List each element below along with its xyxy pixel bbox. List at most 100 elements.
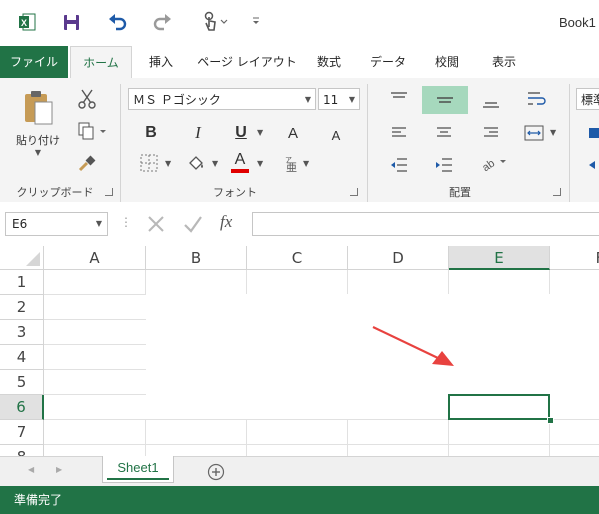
- tab-data[interactable]: データ: [362, 46, 414, 78]
- row-header-5[interactable]: 5: [0, 370, 44, 395]
- row-header-6[interactable]: 6: [0, 395, 44, 420]
- gridline: [145, 420, 146, 456]
- group-separator: [367, 84, 368, 202]
- currency-format-icon[interactable]: [588, 122, 599, 144]
- increase-indent-icon[interactable]: [433, 154, 455, 176]
- wrap-text-icon[interactable]: [525, 88, 549, 110]
- format-painter-icon[interactable]: [76, 152, 98, 174]
- alignment-launcher-icon[interactable]: [553, 188, 561, 196]
- ribbon: 貼り付け ▼ クリップボード ＭＳ Ｐゴシック ▼ 11 ▼ B I U ▼ A…: [0, 78, 599, 203]
- status-bar: 準備完了: [0, 486, 599, 514]
- name-box[interactable]: E6 ▼: [5, 212, 108, 236]
- gridline: [448, 270, 449, 294]
- font-size-combo[interactable]: 11 ▼: [318, 88, 360, 110]
- column-header-c[interactable]: C: [247, 246, 348, 270]
- chevron-down-icon[interactable]: ▼: [257, 128, 263, 137]
- chevron-down-icon[interactable]: ▼: [96, 219, 102, 228]
- formula-input[interactable]: [252, 212, 599, 236]
- fill-color-icon[interactable]: [185, 152, 207, 174]
- grow-font-button[interactable]: A: [282, 122, 304, 144]
- number-format-combo[interactable]: 標準: [576, 88, 599, 110]
- align-top-icon[interactable]: [388, 88, 410, 110]
- column-header-e[interactable]: E: [449, 246, 550, 270]
- tab-view[interactable]: 表示: [478, 46, 530, 78]
- ribbon-tabs: ファイル ホーム 挿入 ページ レイアウト 数式 データ 校閲 表示: [0, 46, 599, 80]
- align-bottom-icon[interactable]: [480, 90, 502, 112]
- undo-icon[interactable]: [108, 13, 128, 31]
- orientation-icon[interactable]: ab: [478, 152, 512, 176]
- enter-check-icon[interactable]: [183, 215, 203, 233]
- chevron-down-icon[interactable]: ▼: [212, 159, 218, 168]
- gridline: [44, 319, 146, 320]
- selected-cell[interactable]: [448, 394, 550, 420]
- chevron-down-icon[interactable]: ▼: [257, 159, 263, 168]
- add-sheet-icon[interactable]: [207, 463, 225, 481]
- copy-icon[interactable]: [76, 120, 108, 142]
- tab-insert[interactable]: 挿入: [136, 46, 186, 78]
- fill-handle[interactable]: [547, 417, 554, 424]
- chevron-down-icon[interactable]: ▼: [550, 128, 556, 137]
- chevron-down-icon: ▼: [34, 148, 42, 157]
- save-icon[interactable]: [63, 14, 80, 31]
- row-header-3[interactable]: 3: [0, 320, 44, 345]
- sheet-tab-sheet1[interactable]: Sheet1: [102, 456, 174, 483]
- paste-label: 貼り付け: [16, 134, 60, 147]
- excel-icon[interactable]: X: [18, 13, 36, 31]
- merge-center-icon[interactable]: [522, 122, 546, 144]
- chevron-down-icon[interactable]: ▼: [303, 159, 309, 168]
- decrease-indent-icon[interactable]: [388, 154, 410, 176]
- row-header-1[interactable]: 1: [0, 270, 44, 295]
- formula-bar: E6 ▼ ⋮ fx: [0, 202, 599, 246]
- bold-button[interactable]: B: [140, 122, 162, 144]
- cut-icon[interactable]: [76, 88, 98, 110]
- tab-review[interactable]: 校閲: [421, 46, 473, 78]
- tab-formulas[interactable]: 数式: [303, 46, 355, 78]
- tab-page-layout[interactable]: ページ レイアウト: [193, 46, 301, 78]
- underline-button[interactable]: U: [230, 122, 252, 144]
- align-center-icon[interactable]: [433, 122, 455, 144]
- font-name-combo[interactable]: ＭＳ Ｐゴシック ▼: [128, 88, 316, 110]
- customize-qat-icon[interactable]: [251, 15, 261, 27]
- align-middle-icon[interactable]: [422, 86, 468, 114]
- column-header-d[interactable]: D: [348, 246, 449, 270]
- clipboard-launcher-icon[interactable]: [105, 188, 113, 196]
- column-header-b[interactable]: B: [146, 246, 247, 270]
- align-right-icon[interactable]: [480, 122, 502, 144]
- chevron-down-icon[interactable]: ▼: [305, 89, 311, 111]
- align-left-icon[interactable]: [388, 122, 410, 144]
- cancel-icon[interactable]: [147, 215, 165, 233]
- row-header-2[interactable]: 2: [0, 295, 44, 320]
- row-header-4[interactable]: 4: [0, 345, 44, 370]
- row-header-8[interactable]: 8: [0, 445, 44, 456]
- font-color-bar: [231, 169, 249, 173]
- name-box-value: E6: [12, 217, 28, 231]
- font-color-button[interactable]: A: [229, 150, 251, 174]
- scroll-left-icon[interactable]: ◀: [28, 465, 34, 474]
- shrink-font-button[interactable]: A: [325, 124, 347, 146]
- borders-icon[interactable]: [138, 152, 160, 174]
- insert-function-button[interactable]: fx: [220, 212, 232, 232]
- column-header-f[interactable]: F: [550, 246, 599, 270]
- svg-text:X: X: [21, 18, 27, 28]
- worksheet-grid[interactable]: A B C D E F 1 2 3 4 5 6 7 8: [0, 246, 599, 456]
- gridline: [347, 270, 348, 294]
- font-launcher-icon[interactable]: [350, 188, 358, 196]
- tab-file[interactable]: ファイル: [0, 46, 68, 78]
- chevron-down-icon[interactable]: ▼: [349, 89, 355, 111]
- decimal-icon[interactable]: [588, 154, 599, 176]
- font-size-value: 11: [323, 93, 339, 107]
- gridline: [44, 444, 599, 445]
- gridline: [145, 270, 146, 294]
- chevron-down-icon[interactable]: ▼: [165, 159, 171, 168]
- scroll-right-icon[interactable]: ▶: [56, 465, 62, 474]
- row-header-7[interactable]: 7: [0, 420, 44, 445]
- paste-button[interactable]: 貼り付け ▼: [16, 90, 60, 158]
- select-all-corner[interactable]: [0, 246, 44, 270]
- svg-text:亜: 亜: [286, 161, 297, 172]
- column-header-a[interactable]: A: [44, 246, 146, 270]
- italic-button[interactable]: I: [187, 122, 209, 144]
- tab-home[interactable]: ホーム: [70, 46, 132, 80]
- phonetic-guide-icon[interactable]: ア亜: [280, 152, 302, 174]
- redo-icon[interactable]: [152, 13, 172, 31]
- touch-mode-icon[interactable]: [200, 11, 228, 33]
